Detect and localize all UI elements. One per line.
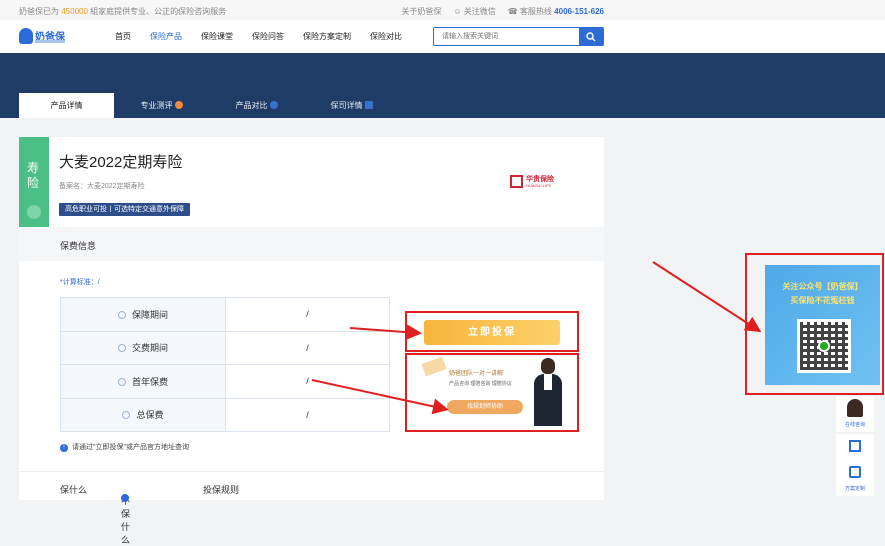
table-row: 总保费 / xyxy=(60,397,390,432)
insurer-logo: 华贵保险 HUAGUI LIFE xyxy=(510,174,565,190)
tab-label: 产品对比 xyxy=(235,101,268,110)
qr-icon xyxy=(849,440,861,452)
agent-avatar xyxy=(847,399,863,417)
product-title: 大麦2022定期寿险 xyxy=(59,154,183,171)
nav-item-compare[interactable]: 保险对比 xyxy=(370,31,402,42)
coverage-tabs: 保什么 不保什么 投保规则 xyxy=(19,471,604,545)
row-label: 首年保费 xyxy=(131,376,168,387)
row-value: / xyxy=(225,330,390,365)
highlight-box-buy xyxy=(405,311,579,352)
category-label: 寿险 xyxy=(27,161,40,190)
tab-compare[interactable]: 产品对比 xyxy=(209,93,304,118)
section-title: 保费信息 xyxy=(60,241,97,251)
logo-icon xyxy=(19,28,33,44)
calc-standard: *计算标准：/ xyxy=(60,279,100,286)
tab-coverage[interactable]: 保什么 xyxy=(60,483,87,496)
highlight-box-consult xyxy=(405,353,579,432)
plan-custom-label: 方案定制 xyxy=(844,486,865,492)
service-stats: 奶爸保已为 450000 組家庭提供专业、公正的保险咨询服务 xyxy=(19,6,226,17)
building-icon xyxy=(364,101,373,109)
search-box xyxy=(433,27,604,46)
row-value: / xyxy=(225,364,390,399)
search-icon xyxy=(586,32,596,42)
info-icon: ! xyxy=(60,444,68,452)
note-text: 请通过"立即投保"或产品官方地址查询 xyxy=(72,444,189,451)
table-row: 交费期间 / xyxy=(60,330,390,365)
search-input[interactable] xyxy=(442,31,572,42)
detail-tabs: 产品详情 专业测评 产品对比 保司详情 xyxy=(19,93,399,118)
follow-wechat-link[interactable]: ☺ 关注微信 xyxy=(453,6,495,17)
query-note: ! 请通过"立即投保"或产品官方地址查询 xyxy=(60,442,189,452)
wechat-icon: ☺ xyxy=(453,7,462,16)
premium-table: 保障期间 / 交费期间 / 首年保费 / 总保费 / xyxy=(60,297,390,432)
plan-custom-button[interactable]: 方案定制 xyxy=(836,460,874,496)
premium-section-header: 保费信息 xyxy=(19,227,604,261)
online-consult-button[interactable]: 在线咨询 xyxy=(836,396,874,432)
nav-item-home[interactable]: 首页 xyxy=(115,31,131,42)
tab-evaluation[interactable]: 专业测评 xyxy=(114,93,209,118)
hotline-number[interactable]: 4006-151-626 xyxy=(554,7,604,16)
search-button[interactable] xyxy=(579,28,603,45)
category-ribbon: 寿险 xyxy=(19,137,49,227)
leaf-icon xyxy=(27,205,41,219)
stats-prefix: 奶爸保已为 xyxy=(19,7,59,16)
info-dot-icon xyxy=(117,377,126,386)
nav-item-classroom[interactable]: 保险课堂 xyxy=(201,31,233,42)
info-dot-icon xyxy=(122,411,131,420)
phone-icon: ☎ xyxy=(507,7,518,16)
table-row: 首年保费 / xyxy=(60,364,390,399)
top-info-bar: 奶爸保已为 450000 組家庭提供专业、公正的保险咨询服务 关于奶爸保 ☺ 关… xyxy=(0,0,885,20)
nav-item-products[interactable]: 保险产品 xyxy=(150,31,182,42)
row-label: 交费期间 xyxy=(131,343,168,354)
plan-icon xyxy=(849,466,861,478)
row-value: / xyxy=(225,397,390,432)
hotline: ☎ 客服热线 4006-151-626 xyxy=(508,6,604,17)
info-icon xyxy=(121,494,129,502)
wechat-label: 关注微信 xyxy=(463,7,496,16)
insurer-emblem-icon xyxy=(510,175,523,188)
info-dot-icon xyxy=(117,344,126,353)
row-value: / xyxy=(225,297,390,332)
site-logo[interactable]: 奶爸保 xyxy=(19,26,67,48)
tab-label: 产品详情 xyxy=(50,101,83,110)
fire-icon xyxy=(174,101,183,109)
about-link[interactable]: 关于奶爸保 xyxy=(401,6,441,17)
compare-icon xyxy=(269,101,278,109)
table-row: 保障期间 / xyxy=(60,297,390,332)
logo-subline xyxy=(35,40,65,43)
product-card: 寿险 大麦2022定期寿险 备案名：大麦2022定期寿险 高危职业可投丨可选特定… xyxy=(19,137,604,227)
hotline-label: 客服热线 xyxy=(519,7,552,16)
insurer-name-en: HUAGUI LIFE xyxy=(526,183,552,188)
info-dot-icon xyxy=(117,310,126,319)
product-record-name: 备案名：大麦2022定期寿险 xyxy=(59,183,145,190)
nav-menu: 首页 保险产品 保险课堂 保险问答 保险方案定制 保险对比 xyxy=(115,31,421,42)
tab-insurer[interactable]: 保司详情 xyxy=(304,93,399,118)
tab-label: 保司详情 xyxy=(330,101,363,110)
arrow-to-qr xyxy=(652,261,762,333)
row-label: 保障期间 xyxy=(131,309,168,320)
tab-product-detail[interactable]: 产品详情 xyxy=(19,93,114,118)
product-feature-tag: 高危职业可投丨可选特定交通意外保障 xyxy=(59,203,190,216)
tab-rules[interactable]: 投保规则 xyxy=(203,483,239,496)
online-consult-label: 在线咨询 xyxy=(844,422,865,428)
stats-suffix: 組家庭提供专业、公正的保险咨询服务 xyxy=(90,7,227,16)
stats-count: 450000 xyxy=(61,7,88,16)
row-label: 总保费 xyxy=(136,410,164,421)
highlight-box-qr xyxy=(745,253,884,395)
main-nav: 奶爸保 首页 保险产品 保险课堂 保险问答 保险方案定制 保险对比 xyxy=(0,20,885,53)
nav-item-custom-plan[interactable]: 保险方案定制 xyxy=(303,31,351,42)
nav-item-qa[interactable]: 保险问答 xyxy=(252,31,284,42)
tab-label: 专业测评 xyxy=(140,101,173,110)
